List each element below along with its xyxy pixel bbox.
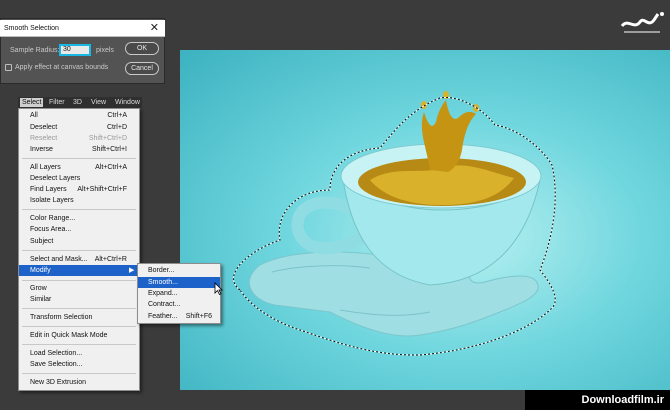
dialog-title: Smooth Selection xyxy=(4,25,59,32)
submenu-arrow-icon: ▶ xyxy=(129,267,135,274)
brand-logo xyxy=(620,12,664,33)
menu-item-isolate-layers[interactable]: Isolate Layers xyxy=(30,197,74,204)
menu-item-deselect[interactable]: Deselect xyxy=(30,124,57,131)
menu-item-deselect-layers[interactable]: Deselect Layers xyxy=(30,175,80,182)
close-icon[interactable]: ✕ xyxy=(150,22,159,34)
menu-separator xyxy=(22,158,136,159)
menu-item-modify[interactable]: Modify xyxy=(30,267,51,274)
menu-item-save-selection[interactable]: Save Selection... xyxy=(30,361,83,368)
menu-filter[interactable]: Filter xyxy=(49,98,65,107)
menu-item-quick-mask[interactable]: Edit in Quick Mask Mode xyxy=(30,332,107,339)
menu-item-focus-area[interactable]: Focus Area... xyxy=(30,226,71,233)
menu-separator xyxy=(22,373,136,374)
menu-item-feather[interactable]: Feather... xyxy=(148,313,178,320)
menu-separator xyxy=(22,344,136,345)
dialog-titlebar[interactable]: Smooth Selection ✕ xyxy=(0,20,165,37)
cancel-button[interactable]: Cancel xyxy=(125,62,159,75)
menu-item-grow[interactable]: Grow xyxy=(30,285,47,292)
shortcut-inverse: Shift+Ctrl+I xyxy=(91,146,127,153)
menu-window[interactable]: Window xyxy=(115,98,140,107)
shortcut-feather: Shift+F6 xyxy=(185,313,212,320)
menu-item-inverse[interactable]: Inverse xyxy=(30,146,53,153)
menu-3d[interactable]: 3D xyxy=(73,98,82,107)
menu-view[interactable]: View xyxy=(91,98,106,107)
shortcut-find-layers: Alt+Shift+Ctrl+F xyxy=(77,186,127,193)
apply-canvas-bounds-label: Apply effect at canvas bounds xyxy=(15,64,109,71)
menu-item-reselect[interactable]: Reselect xyxy=(30,135,57,142)
menu-item-contract[interactable]: Contract... xyxy=(148,301,180,308)
workspace-background xyxy=(165,0,670,50)
menu-item-load-selection[interactable]: Load Selection... xyxy=(30,350,82,357)
menu-item-expand[interactable]: Expand... xyxy=(148,290,178,297)
shortcut-reselect: Shift+Ctrl+D xyxy=(88,135,127,142)
document-canvas[interactable] xyxy=(180,50,670,390)
menu-separator xyxy=(22,250,136,251)
radius-unit-label: pixels xyxy=(96,47,114,54)
menu-item-all-layers[interactable]: All Layers xyxy=(30,164,61,171)
menu-item-select-and-mask[interactable]: Select and Mask... xyxy=(30,256,88,263)
menu-item-all[interactable]: All xyxy=(30,112,38,119)
shortcut-select-and-mask: Alt+Ctrl+R xyxy=(94,256,127,263)
menu-item-smooth[interactable]: Smooth... xyxy=(148,279,178,286)
menu-item-similar[interactable]: Similar xyxy=(30,296,51,303)
menu-item-transform-selection[interactable]: Transform Selection xyxy=(30,314,92,321)
menu-select[interactable]: Select xyxy=(20,98,44,107)
menu-item-border[interactable]: Border... xyxy=(148,267,174,274)
canvas-artwork xyxy=(233,91,556,356)
ok-button[interactable]: OK xyxy=(125,42,159,55)
menu-item-new-3d-extrusion[interactable]: New 3D Extrusion xyxy=(30,379,86,386)
menu-item-color-range[interactable]: Color Range... xyxy=(30,215,75,222)
shortcut-all: Ctrl+A xyxy=(107,112,127,119)
menu-separator xyxy=(22,280,136,281)
watermark: Downloadfilm.ir xyxy=(525,390,670,410)
menu-item-find-layers[interactable]: Find Layers xyxy=(30,186,67,193)
menu-separator xyxy=(22,308,136,309)
shortcut-all-layers: Alt+Ctrl+A xyxy=(95,164,127,171)
apply-canvas-bounds-checkbox[interactable] xyxy=(5,64,12,71)
sample-radius-input[interactable]: 30 xyxy=(59,44,91,56)
menu-separator xyxy=(22,326,136,327)
menu-separator xyxy=(22,209,136,210)
mouse-cursor-icon xyxy=(214,282,223,295)
shortcut-deselect: Ctrl+D xyxy=(106,124,127,131)
menu-item-subject[interactable]: Subject xyxy=(30,238,53,245)
sample-radius-label: Sample Radius: xyxy=(10,47,60,54)
